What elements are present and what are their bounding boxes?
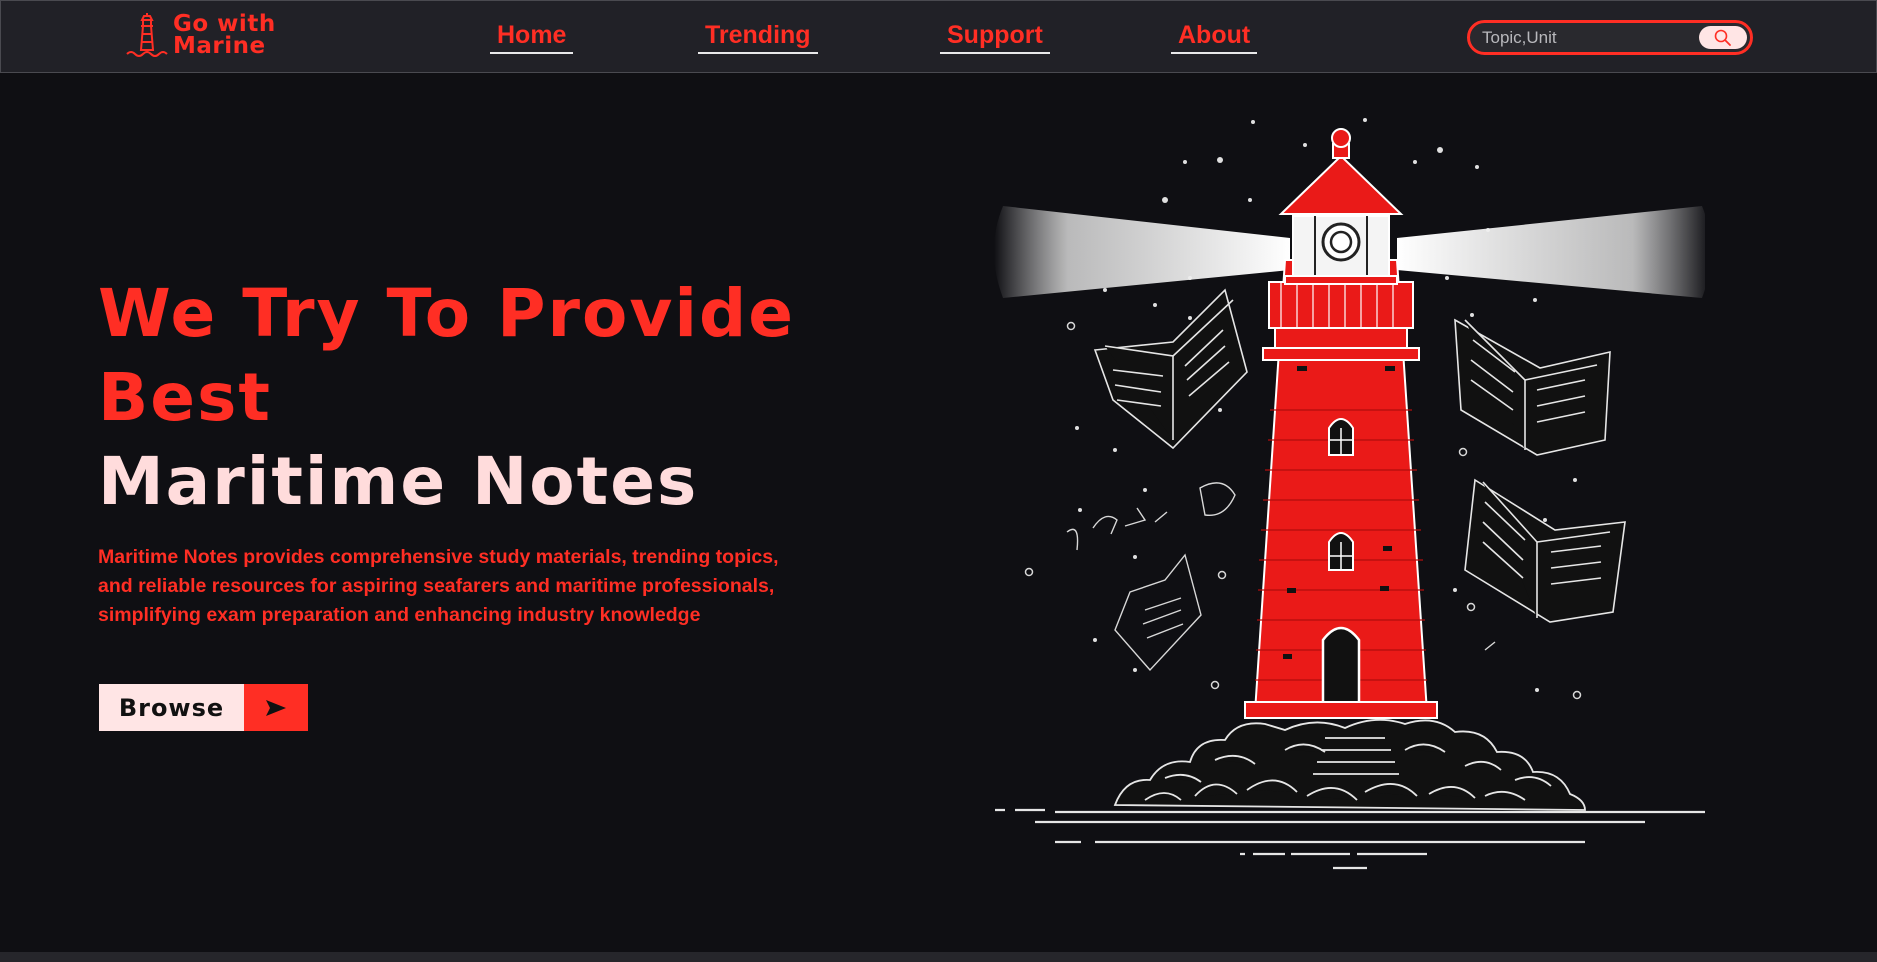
browse-label: Browse xyxy=(99,684,244,731)
search-input[interactable] xyxy=(1482,26,1682,50)
book-top-right xyxy=(1454,318,1611,456)
book-top-left xyxy=(1093,288,1248,450)
search-button[interactable] xyxy=(1699,26,1747,49)
hero-description: Maritime Notes provides comprehensive st… xyxy=(98,546,779,626)
brand-line-1: Go with xyxy=(173,11,276,37)
lighthouse-logo-icon xyxy=(126,13,168,57)
search-bar xyxy=(1467,20,1753,55)
water-lines xyxy=(995,808,1705,870)
book-mid-right xyxy=(1464,478,1626,623)
browse-button[interactable]: Browse xyxy=(99,684,308,731)
light-beam-left xyxy=(994,206,1290,298)
browse-arrow xyxy=(244,684,308,731)
search-icon xyxy=(1714,29,1731,46)
hero-title: We Try To Provide Best Maritime Notes xyxy=(98,272,818,524)
light-beam-right xyxy=(1397,206,1705,298)
nav-about[interactable]: About xyxy=(1171,21,1258,54)
footer-strip xyxy=(0,952,1877,962)
arrow-right-icon xyxy=(266,699,286,716)
hero-title-line-1: We Try To Provide xyxy=(98,275,795,352)
nav-trending[interactable]: Trending xyxy=(698,21,818,54)
brand-line-2: Marine xyxy=(173,33,266,59)
navbar: Go with Marine Home Trending Support Abo… xyxy=(0,0,1877,73)
nav-support[interactable]: Support xyxy=(940,21,1050,54)
nav-home[interactable]: Home xyxy=(490,21,574,54)
rocks xyxy=(1113,718,1586,811)
brand-logo[interactable]: Go with Marine xyxy=(125,9,285,61)
lighthouse-illustration xyxy=(994,118,1705,870)
brand-name: Go with Marine xyxy=(173,11,276,59)
hero-title-line-2: Best xyxy=(98,359,272,436)
lighthouse xyxy=(1244,128,1438,719)
hero-title-line-3: Maritime Notes xyxy=(98,443,699,520)
